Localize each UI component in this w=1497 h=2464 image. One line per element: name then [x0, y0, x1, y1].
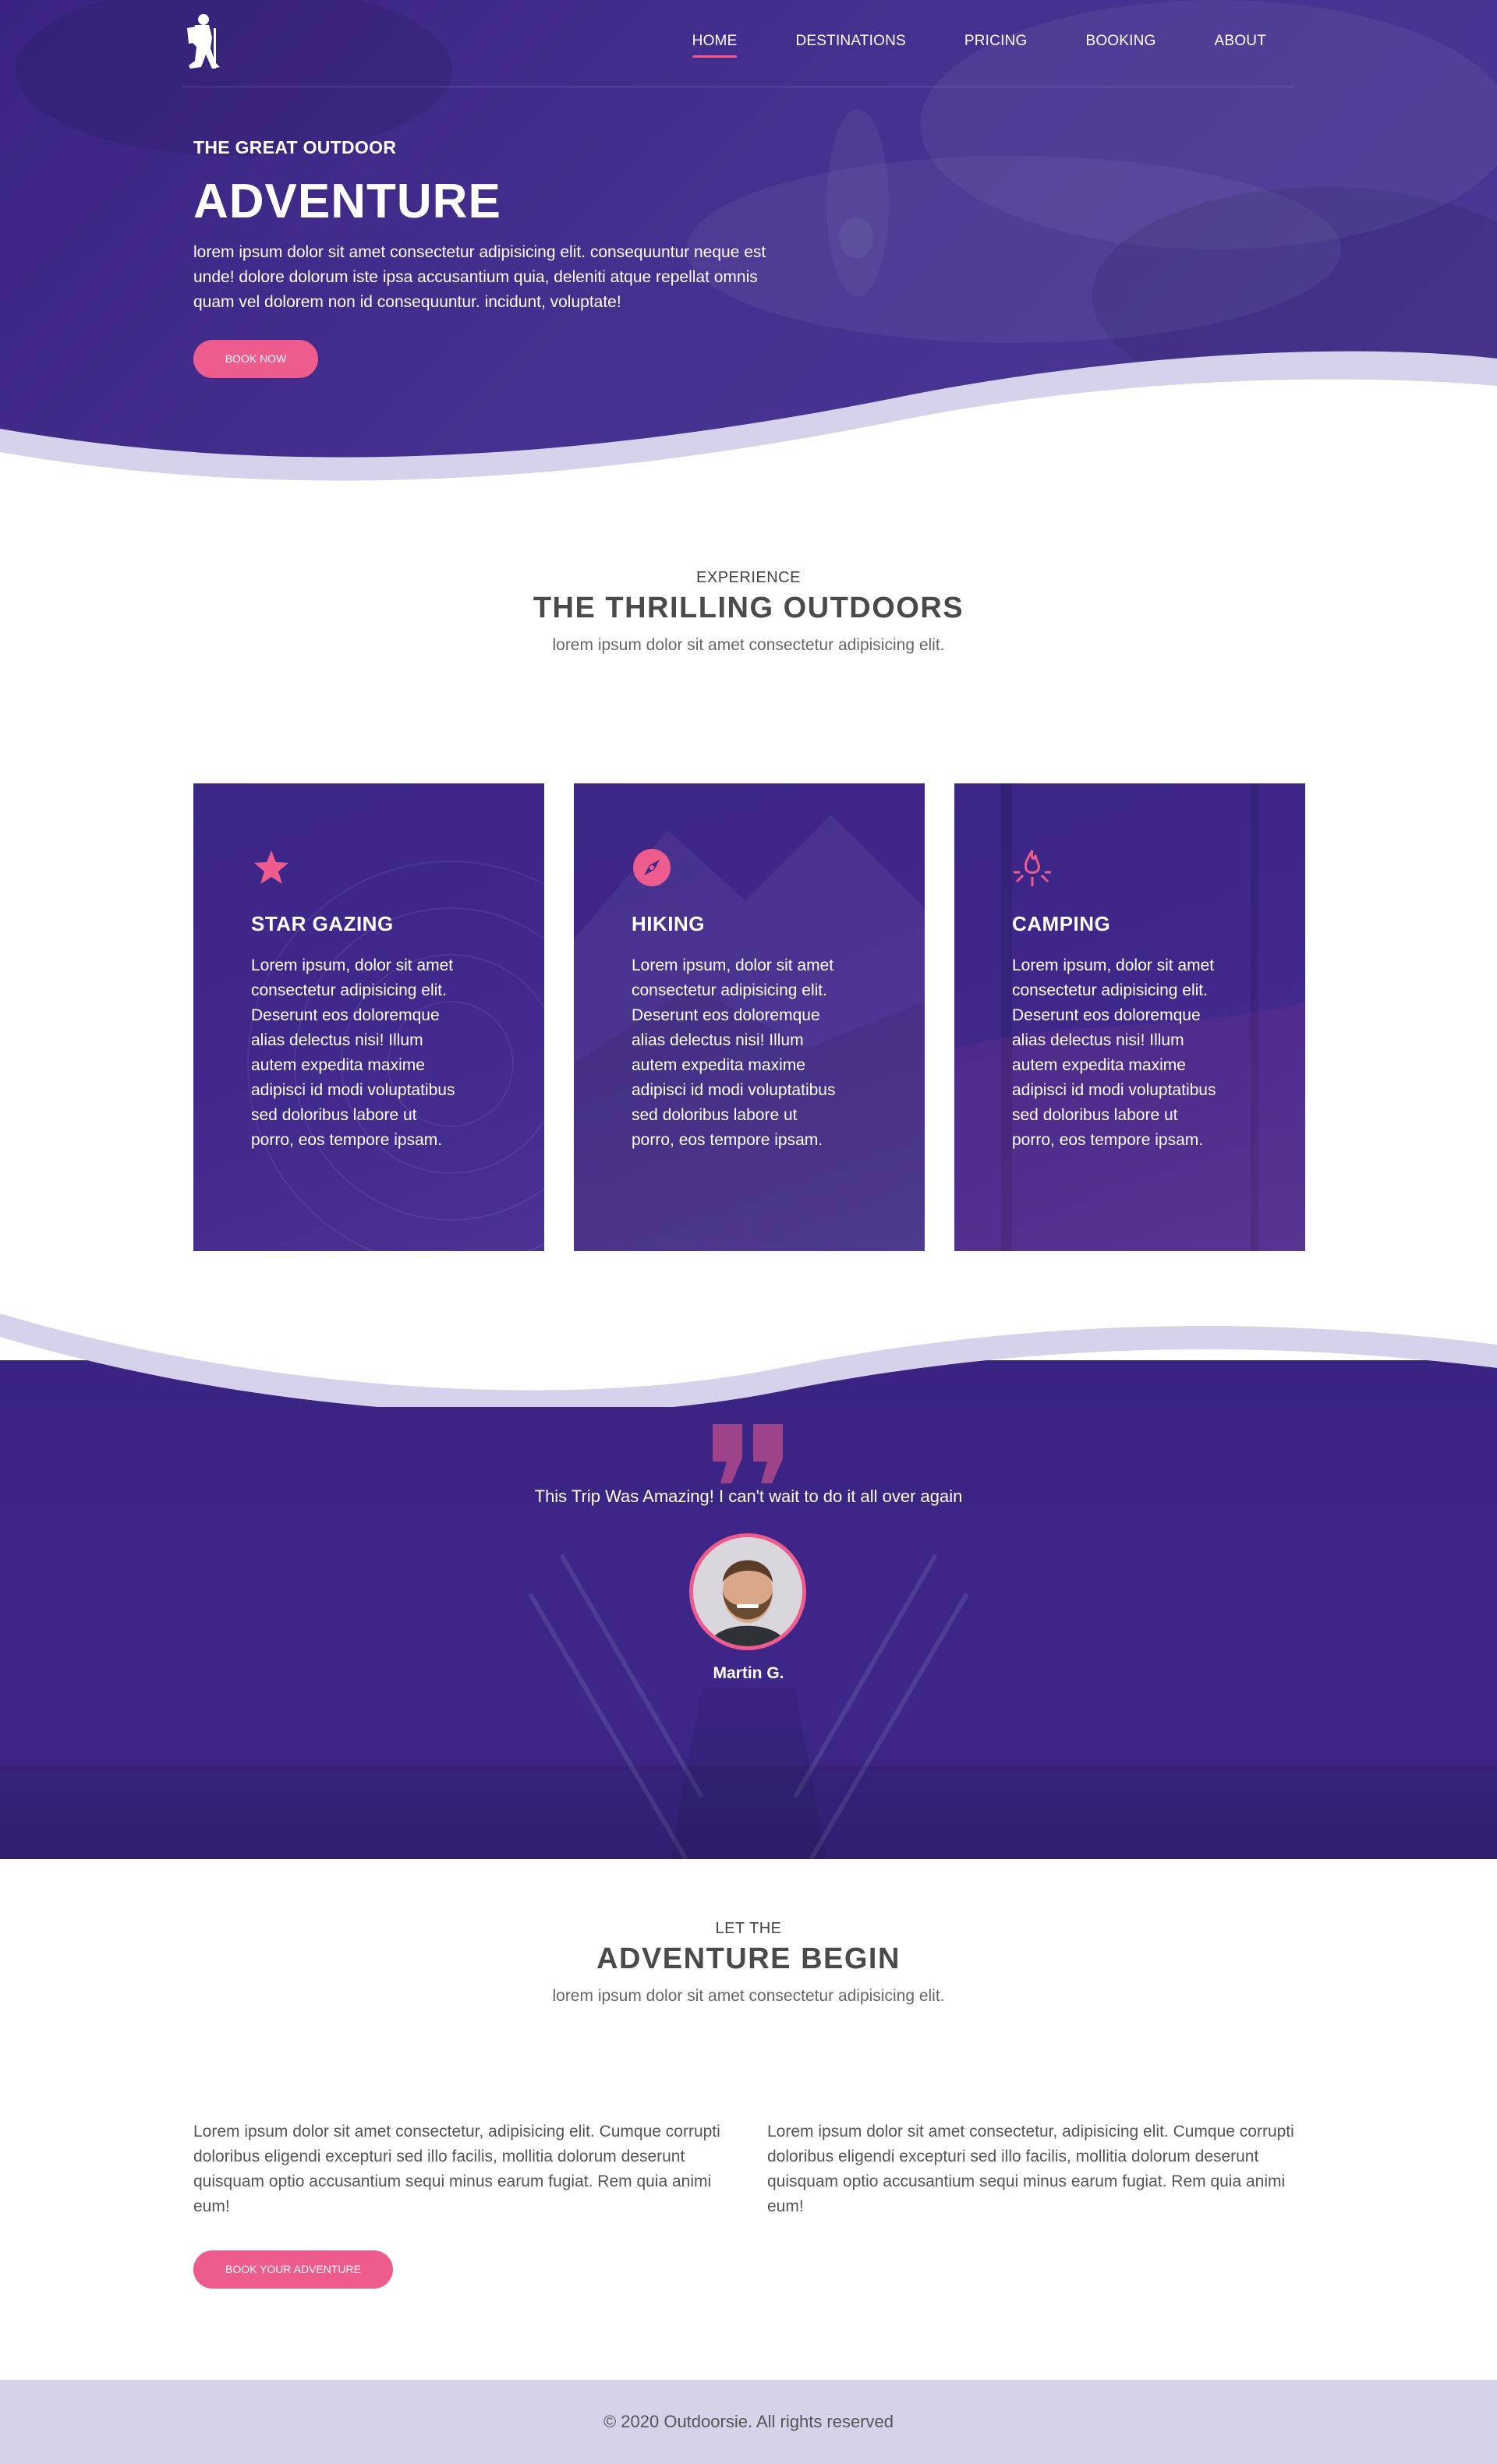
hero-section: HOME DESTINATIONS PRICING BOOKING ABOUT … — [0, 0, 1497, 546]
card-text: Lorem ipsum, dolor sit amet consectetur … — [251, 956, 455, 1149]
adventure-kicker: LET THE — [715, 1920, 782, 1937]
footer: © 2020 Outdoorsie. All rights reserved — [0, 2380, 1497, 2464]
experience-section: EXPERIENCE THE THRILLING OUTDOORS lorem … — [0, 546, 1497, 783]
testimonial-wave-divider — [0, 1251, 1497, 1407]
experience-subtitle: lorem ipsum dolor sit amet consectetur a… — [552, 636, 945, 654]
card-text: Lorem ipsum, dolor sit amet consectetur … — [632, 956, 836, 1149]
adventure-columns: Lorem ipsum dolor sit amet consectetur, … — [193, 2119, 1304, 2219]
experience-title: THE THRILLING OUTDOORS — [533, 592, 964, 624]
main-menu: HOME DESTINATIONS PRICING BOOKING ABOUT — [634, 33, 1266, 58]
testimonial-author: Martin G. — [713, 1664, 784, 1682]
hero-kicker: THE GREAT OUTDOOR — [193, 137, 397, 157]
card-text: Lorem ipsum, dolor sit amet consectetur … — [1012, 956, 1216, 1149]
compass-icon — [633, 849, 671, 886]
avatar — [689, 1533, 806, 1650]
nav-about[interactable]: ABOUT — [1215, 33, 1266, 58]
nav-destinations[interactable]: DESTINATIONS — [795, 33, 905, 58]
testimonial-quote: This Trip Was Amazing! I can't wait to d… — [534, 1487, 963, 1506]
star-icon — [254, 850, 288, 884]
adventure-column-left: Lorem ipsum dolor sit amet consectetur, … — [193, 2123, 720, 2215]
experience-kicker: EXPERIENCE — [696, 569, 801, 586]
top-navigation: HOME DESTINATIONS PRICING BOOKING ABOUT — [182, 0, 1294, 87]
adventure-column-right: Lorem ipsum dolor sit amet consectetur, … — [767, 2123, 1294, 2215]
book-adventure-button[interactable]: BOOK YOUR ADVENTURE — [193, 2250, 393, 2289]
adventure-subtitle: lorem ipsum dolor sit amet consectetur a… — [552, 1987, 945, 2005]
copyright-text: © 2020 Outdoorsie. All rights reserved — [603, 2412, 894, 2431]
card-star-gazing[interactable]: STAR GAZING Lorem ipsum, dolor sit amet … — [193, 783, 544, 1251]
hero-title: ADVENTURE — [193, 175, 501, 228]
quote-icon — [713, 1424, 783, 1483]
card-hiking[interactable]: HIKING Lorem ipsum, dolor sit amet conse… — [574, 783, 925, 1251]
nav-booking[interactable]: BOOKING — [1085, 33, 1155, 58]
testimonial-section: This Trip Was Amazing! I can't wait to d… — [0, 1251, 1497, 1859]
nav-pricing[interactable]: PRICING — [964, 33, 1028, 58]
adventure-section: LET THE ADVENTURE BEGIN lorem ipsum dolo… — [0, 1859, 1497, 2380]
card-title: STAR GAZING — [251, 912, 394, 935]
hero-wave-divider — [0, 351, 1497, 546]
hiker-logo-icon[interactable] — [182, 11, 225, 72]
card-title: HIKING — [632, 912, 705, 935]
nav-home[interactable]: HOME — [692, 33, 738, 58]
hero-description: lorem ipsum dolor sit amet consectetur a… — [193, 243, 766, 311]
card-camping[interactable]: CAMPING Lorem ipsum, dolor sit amet cons… — [954, 783, 1305, 1251]
campfire-icon — [1014, 850, 1051, 886]
customer-portrait — [693, 1537, 802, 1646]
card-title: CAMPING — [1012, 912, 1111, 935]
activity-cards: STAR GAZING Lorem ipsum, dolor sit amet … — [0, 783, 1497, 1251]
adventure-title: ADVENTURE BEGIN — [596, 1943, 901, 1975]
